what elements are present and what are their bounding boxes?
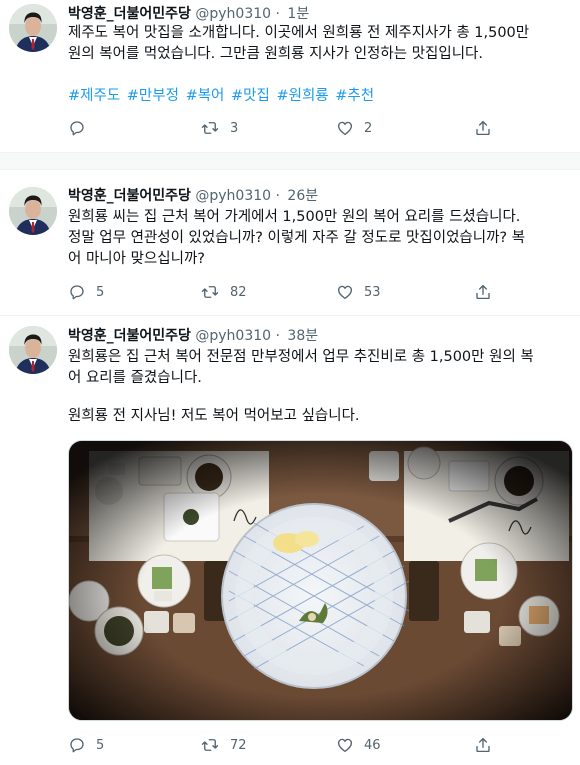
reply-button[interactable]: 5 [68, 280, 104, 304]
share-button[interactable] [474, 116, 492, 140]
tweet-text: 제주도 복어 맛집을 소개합니다. 이곳에서 원희룡 전 제주지사가 총 1,5… [68, 23, 568, 107]
tweet-text: 원희룡은 집 근처 복어 전문점 만부정에서 업무 추진비로 총 1,500만 … [68, 347, 568, 427]
tweet-text-line: 원의 복어를 먹었습니다. 그만큼 원희룡 지사가 인정하는 맛집입니다. [68, 46, 483, 62]
reply-icon [70, 285, 84, 300]
tweet-text-line: 정말 업무 연관성이 있었습니까? 이렇게 자주 갈 정도로 맛집이었습니까? … [68, 230, 526, 246]
like-button[interactable]: 53 [336, 280, 381, 304]
retweet-button[interactable]: 3 [200, 116, 238, 140]
retweet-icon [201, 286, 219, 298]
author-name[interactable]: 박영훈_더불어민주당 [68, 328, 191, 344]
reply-button[interactable]: 5 [68, 733, 104, 757]
share-icon [476, 284, 490, 300]
heart-icon [337, 738, 353, 753]
reply-icon [70, 738, 84, 753]
tweet-2[interactable]: 박영훈_더불어민주당 @pyh0310 · 26분 원희룡 씨는 집 근처 복어… [0, 171, 580, 316]
author-name[interactable]: 박영훈_더불어민주당 [68, 188, 191, 204]
retweet-button[interactable]: 72 [200, 733, 247, 757]
retweet-icon [201, 122, 219, 134]
like-button[interactable]: 46 [336, 733, 381, 757]
avatar[interactable] [9, 4, 57, 52]
like-count: 2 [364, 120, 373, 136]
hashtag-link[interactable]: #제주도 [68, 88, 120, 104]
separator-dot: · [275, 328, 280, 344]
retweet-button[interactable]: 82 [200, 280, 247, 304]
separator-dot: · [275, 188, 280, 204]
author-handle[interactable]: @pyh0310 [195, 328, 271, 344]
timestamp[interactable]: 26분 [287, 188, 318, 204]
share-button[interactable] [474, 280, 492, 304]
retweet-icon [201, 739, 219, 751]
author-handle[interactable]: @pyh0310 [195, 6, 271, 22]
separator-dot: · [275, 6, 280, 22]
tweet-text: 원희룡 씨는 집 근처 복어 가게에서 1,500만 원의 복어 요리를 드셨습… [68, 207, 568, 270]
timeline-separator [0, 152, 580, 170]
tweet-actions: 5 82 53 [68, 280, 508, 304]
avatar[interactable] [9, 187, 57, 235]
heart-icon [337, 121, 353, 136]
like-count: 46 [364, 737, 381, 753]
tweet-actions: 5 72 46 [68, 733, 508, 757]
tweet-text-line: 원희룡은 집 근처 복어 전문점 만부정에서 업무 추진비로 총 1,500만 … [68, 349, 534, 365]
reply-count: 5 [96, 737, 105, 753]
tweet-text-line: 어 마니아 맞으십니까? [68, 251, 205, 267]
retweet-count: 82 [230, 284, 247, 300]
tweet-text-line: 원희룡 씨는 집 근처 복어 가게에서 1,500만 원의 복어 요리를 드셨습… [68, 209, 521, 225]
timestamp[interactable]: 1분 [287, 6, 309, 22]
retweet-count: 3 [230, 120, 239, 136]
like-count: 53 [364, 284, 381, 300]
hashtag-list: #제주도 #만부정 #복어 #맛집 #원희룡 #추천 [68, 86, 568, 107]
like-button[interactable]: 2 [336, 116, 372, 140]
share-icon [476, 120, 490, 136]
tweet-photo[interactable] [68, 440, 573, 721]
reply-count: 5 [96, 284, 105, 300]
author-name[interactable]: 박영훈_더불어민주당 [68, 6, 191, 22]
share-icon [476, 737, 490, 753]
tweet-actions: 3 2 [68, 116, 508, 140]
author-handle[interactable]: @pyh0310 [195, 188, 271, 204]
tweet-text-line: 제주도 복어 맛집을 소개합니다. 이곳에서 원희룡 전 제주지사가 총 1,5… [68, 25, 530, 41]
heart-icon [337, 285, 353, 300]
hashtag-link[interactable]: #맛집 [231, 88, 270, 104]
hashtag-link[interactable]: #복어 [186, 88, 225, 104]
hashtag-link[interactable]: #원희룡 [276, 88, 328, 104]
reply-icon [70, 121, 84, 136]
hashtag-link[interactable]: #만부정 [127, 88, 179, 104]
tweet-text-line: 원희룡 전 지사님! 저도 복어 먹어보고 싶습니다. [68, 408, 360, 424]
timestamp[interactable]: 38분 [287, 328, 318, 344]
retweet-count: 72 [230, 737, 247, 753]
tweet-text-line: 어 요리를 즐겼습니다. [68, 370, 202, 386]
avatar[interactable] [9, 326, 57, 374]
share-button[interactable] [474, 733, 492, 757]
hashtag-link[interactable]: #추천 [335, 88, 374, 104]
reply-button[interactable] [68, 116, 96, 140]
tweet-1[interactable]: 박영훈_더불어민주당 @pyh0310 · 1분 제주도 복어 맛집을 소개합니… [0, 0, 580, 152]
